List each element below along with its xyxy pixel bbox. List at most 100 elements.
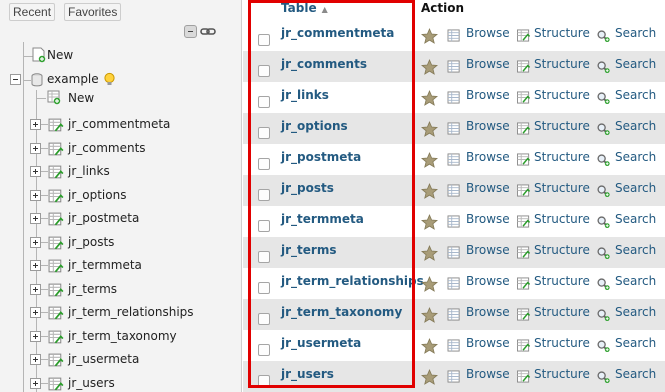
structure-link[interactable]: Structure — [534, 305, 590, 319]
favorite-star-icon[interactable] — [421, 120, 438, 137]
table-name-link[interactable]: jr_commentmeta — [281, 26, 394, 40]
lightbulb-icon[interactable] — [103, 72, 116, 87]
table-icon[interactable] — [48, 142, 65, 157]
browse-link[interactable]: Browse — [466, 336, 510, 350]
structure-link[interactable]: Structure — [534, 88, 590, 102]
link-icon[interactable] — [200, 25, 216, 38]
nav-table-link[interactable]: jr_term_relationships — [68, 305, 194, 319]
browse-icon[interactable] — [447, 277, 462, 290]
table-name-link[interactable]: jr_postmeta — [281, 150, 361, 164]
expand-table-toggle[interactable] — [30, 213, 41, 224]
nav-table-link[interactable]: jr_postmeta — [68, 211, 139, 225]
favorite-star-icon[interactable] — [421, 244, 438, 261]
structure-link[interactable]: Structure — [534, 181, 590, 195]
search-icon[interactable] — [596, 91, 611, 104]
structure-icon[interactable] — [516, 246, 532, 259]
expand-table-toggle[interactable] — [30, 142, 41, 154]
browse-link[interactable]: Browse — [466, 88, 510, 102]
search-link[interactable]: Search — [615, 243, 656, 257]
structure-link[interactable]: Structure — [534, 274, 590, 288]
search-icon[interactable] — [596, 308, 611, 321]
structure-icon[interactable] — [516, 308, 532, 321]
table-name-link[interactable]: jr_links — [281, 88, 329, 102]
favorite-star-icon[interactable] — [421, 368, 438, 385]
expand-table-toggle[interactable] — [30, 354, 41, 365]
structure-link[interactable]: Structure — [534, 57, 590, 71]
favorite-star-icon[interactable] — [421, 58, 438, 75]
expand-table-toggle[interactable] — [30, 283, 41, 295]
favorite-star-icon[interactable] — [421, 337, 438, 354]
browse-icon[interactable] — [447, 91, 462, 104]
expand-table-toggle[interactable] — [30, 189, 41, 201]
favorite-star-icon[interactable] — [421, 89, 438, 106]
row-checkbox[interactable] — [258, 65, 270, 77]
row-checkbox[interactable] — [258, 189, 270, 201]
browse-link[interactable]: Browse — [466, 274, 510, 288]
structure-icon[interactable] — [516, 29, 532, 42]
favorite-star-icon[interactable] — [421, 275, 438, 292]
table-icon[interactable] — [48, 236, 65, 251]
nav-table-link[interactable]: jr_commentmeta — [68, 117, 170, 131]
browse-icon[interactable] — [447, 308, 462, 321]
structure-icon[interactable] — [516, 277, 532, 290]
browse-icon[interactable] — [447, 215, 462, 228]
structure-link[interactable]: Structure — [534, 336, 590, 350]
nav-table-link[interactable]: jr_terms — [68, 282, 117, 296]
row-checkbox[interactable] — [258, 34, 270, 46]
structure-link[interactable]: Structure — [534, 119, 590, 133]
search-link[interactable]: Search — [615, 367, 656, 381]
structure-icon[interactable] — [516, 60, 532, 73]
search-icon[interactable] — [596, 60, 611, 73]
structure-link[interactable]: Structure — [534, 367, 590, 381]
table-name-link[interactable]: jr_options — [281, 119, 348, 133]
table-icon[interactable] — [48, 306, 65, 321]
browse-icon[interactable] — [447, 184, 462, 197]
table-icon[interactable] — [48, 353, 65, 368]
favorite-star-icon[interactable] — [421, 306, 438, 323]
structure-icon[interactable] — [516, 122, 532, 135]
structure-link[interactable]: Structure — [534, 26, 590, 40]
structure-icon[interactable] — [516, 339, 532, 352]
table-name-link[interactable]: jr_comments — [281, 57, 367, 71]
structure-link[interactable]: Structure — [534, 212, 590, 226]
search-link[interactable]: Search — [615, 57, 656, 71]
nav-table-link[interactable]: jr_usermeta — [68, 352, 139, 366]
nav-table-link[interactable]: jr_users — [68, 376, 115, 390]
browse-link[interactable]: Browse — [466, 119, 510, 133]
table-name-link[interactable]: jr_usermeta — [281, 336, 361, 350]
structure-icon[interactable] — [516, 91, 532, 104]
search-link[interactable]: Search — [615, 88, 656, 102]
expand-table-toggle[interactable] — [30, 166, 41, 177]
browse-icon[interactable] — [447, 370, 462, 383]
row-checkbox[interactable] — [258, 282, 270, 294]
table-icon[interactable] — [48, 165, 65, 180]
row-checkbox[interactable] — [258, 344, 270, 356]
browse-link[interactable]: Browse — [466, 26, 510, 40]
search-link[interactable]: Search — [615, 336, 656, 350]
structure-link[interactable]: Structure — [534, 150, 590, 164]
search-icon[interactable] — [596, 153, 611, 166]
row-checkbox[interactable] — [258, 127, 270, 139]
table-icon[interactable] — [48, 212, 65, 227]
expand-table-toggle[interactable] — [30, 377, 41, 389]
nav-table-link[interactable]: jr_term_taxonomy — [68, 329, 177, 343]
search-icon[interactable] — [596, 246, 611, 259]
expand-toggle[interactable] — [10, 74, 21, 85]
row-checkbox[interactable] — [258, 158, 270, 170]
nav-table-link[interactable]: jr_options — [68, 188, 126, 202]
table-name-link[interactable]: jr_term_relationships — [281, 274, 424, 288]
search-icon[interactable] — [596, 370, 611, 383]
browse-link[interactable]: Browse — [466, 57, 510, 71]
search-link[interactable]: Search — [615, 212, 656, 226]
expand-table-toggle[interactable] — [30, 260, 41, 271]
expand-table-toggle[interactable] — [30, 119, 41, 130]
sort-ascending-icon[interactable]: ▲ — [322, 5, 328, 14]
structure-icon[interactable] — [516, 370, 532, 383]
favorite-star-icon[interactable] — [421, 213, 438, 230]
nav-table-link[interactable]: jr_links — [68, 164, 110, 178]
nav-new-table-link[interactable]: New — [68, 91, 94, 105]
search-link[interactable]: Search — [615, 181, 656, 195]
row-checkbox[interactable] — [258, 375, 270, 387]
expand-table-toggle[interactable] — [30, 236, 41, 248]
table-icon[interactable] — [48, 259, 65, 274]
